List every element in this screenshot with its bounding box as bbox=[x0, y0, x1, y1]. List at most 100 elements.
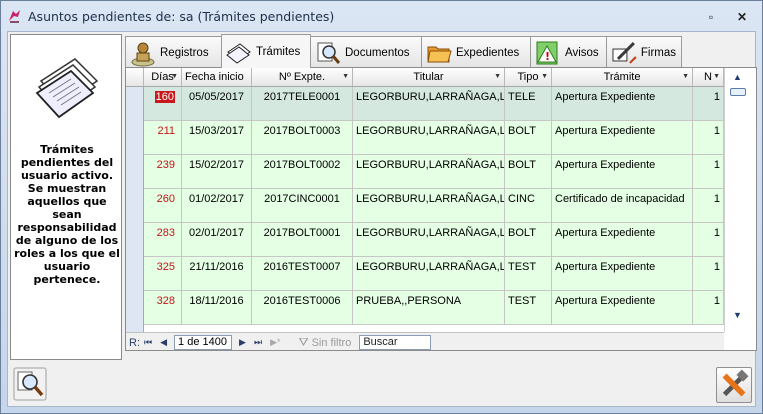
cell-fecha[interactable]: 01/02/2017 bbox=[182, 189, 252, 223]
cell-expte[interactable]: 2017CINC0001 bbox=[252, 189, 353, 223]
next-record-button[interactable]: ▶ bbox=[239, 337, 246, 348]
cell-titular[interactable]: LEGORBURU,LARRAÑAGA,LEANDRO bbox=[353, 121, 505, 155]
cell-dias-text: 325 bbox=[156, 261, 175, 273]
tab-expedientes[interactable]: Expedientes bbox=[421, 36, 531, 68]
table-row[interactable]: 325 21/11/2016 2016TEST0007 LEGORBURU,LARRA… bbox=[144, 257, 724, 291]
cell-titular[interactable]: LEGORBURU,LARRAÑAGA,LEANDRO bbox=[353, 257, 505, 291]
tab-registros[interactable]: Registros bbox=[125, 36, 222, 68]
search-button[interactable] bbox=[13, 367, 47, 401]
cell-dias[interactable]: 260 bbox=[144, 189, 182, 223]
header-tramite[interactable]: Trámite ▼ bbox=[552, 68, 693, 87]
cell-dias[interactable]: 211 bbox=[144, 121, 182, 155]
header-dias[interactable]: Días ▼ bbox=[144, 68, 182, 87]
cell-dias[interactable]: 325 bbox=[144, 257, 182, 291]
cell-tramite[interactable]: Apertura Expediente bbox=[552, 291, 693, 325]
cell-fecha[interactable]: 21/11/2016 bbox=[182, 257, 252, 291]
cell-expte[interactable]: 2016TEST0007 bbox=[252, 257, 353, 291]
tab-bar: Registros Trámites Documentos Expediente… bbox=[125, 34, 682, 68]
tab-avisos[interactable]: ! Avisos bbox=[530, 36, 607, 68]
cell-tipo[interactable]: BOLT bbox=[505, 155, 552, 189]
cell-tramite[interactable]: Apertura Expediente bbox=[552, 87, 693, 121]
cell-tipo-text: TEST bbox=[508, 295, 537, 307]
header-fecha[interactable]: Fecha inicio bbox=[182, 68, 252, 87]
table-row[interactable]: 211 15/03/2017 2017BOLT0003 LEGORBURU,LARRA… bbox=[144, 121, 724, 155]
cell-n[interactable]: 1 bbox=[693, 223, 724, 257]
header-n[interactable]: N ▼ bbox=[693, 68, 724, 87]
vertical-scrollbar[interactable]: ▲ ▼ bbox=[724, 68, 756, 332]
filter-toggle[interactable]: ⛛ Sin filtro bbox=[299, 335, 352, 350]
cell-titular-text: LEGORBURU,LARRAÑAGA,LEANDRO bbox=[356, 261, 504, 273]
cell-tipo[interactable]: TEST bbox=[505, 291, 552, 325]
close-button[interactable]: ✕ bbox=[729, 8, 755, 26]
table-row[interactable]: 328 18/11/2016 2016TEST0006 PRUEBA,,PERSONA… bbox=[144, 291, 724, 325]
cell-fecha[interactable]: 18/11/2016 bbox=[182, 291, 252, 325]
scroll-thumb[interactable] bbox=[730, 88, 746, 96]
cell-fecha[interactable]: 05/05/2017 bbox=[182, 87, 252, 121]
cell-tipo-text: CINC bbox=[508, 193, 535, 205]
cell-tramite-text: Apertura Expediente bbox=[555, 295, 656, 307]
title-bar[interactable]: Asuntos pendientes de: sa (Trámites pend… bbox=[1, 1, 762, 31]
cell-fecha[interactable]: 02/01/2017 bbox=[182, 223, 252, 257]
tab-tramites[interactable]: Trámites bbox=[221, 34, 311, 68]
cell-titular[interactable]: LEGORBURU,LARRAÑAGA,LEANDRO bbox=[353, 155, 505, 189]
table-row[interactable]: 160 05/05/2017 2017TELE0001 LEGORBURU,LARRA… bbox=[144, 87, 724, 121]
tab-documentos[interactable]: Documentos bbox=[310, 36, 422, 68]
cell-expte[interactable]: 2017BOLT0002 bbox=[252, 155, 353, 189]
header-tipo[interactable]: Tipo ▼ bbox=[505, 68, 552, 87]
cell-titular-text: LEGORBURU,LARRAÑAGA,LEANDRO bbox=[356, 125, 504, 137]
cell-tramite[interactable]: Apertura Expediente bbox=[552, 223, 693, 257]
cell-dias[interactable]: 328 bbox=[144, 291, 182, 325]
record-number-field[interactable]: 1 de 1400 bbox=[174, 335, 233, 350]
cell-tramite[interactable]: Apertura Expediente bbox=[552, 121, 693, 155]
search-input[interactable]: Buscar bbox=[359, 335, 432, 350]
table-row[interactable]: 283 02/01/2017 2017BOLT0001 LEGORBURU,LARRA… bbox=[144, 223, 724, 257]
cell-n-text: 1 bbox=[713, 295, 720, 307]
last-record-button[interactable]: ⏭ bbox=[254, 337, 262, 348]
cell-expte[interactable]: 2017BOLT0001 bbox=[252, 223, 353, 257]
cell-fecha[interactable]: 15/03/2017 bbox=[182, 121, 252, 155]
cell-titular[interactable]: LEGORBURU,LARRAÑAGA,LEANDRO bbox=[353, 223, 505, 257]
header-titular[interactable]: Titular ▼ bbox=[353, 68, 505, 87]
cell-dias[interactable]: 239 bbox=[144, 155, 182, 189]
table-row[interactable]: 239 15/02/2017 2017BOLT0002 LEGORBURU,LARRA… bbox=[144, 155, 724, 189]
cell-tramite[interactable]: Apertura Expediente bbox=[552, 257, 693, 291]
cell-tramite-text: Apertura Expediente bbox=[555, 227, 656, 239]
cell-titular[interactable]: LEGORBURU,LARRAÑAGA,LEANDRO bbox=[353, 189, 505, 223]
maximize-button[interactable]: ▫ bbox=[698, 8, 724, 26]
row-selector-column[interactable] bbox=[126, 87, 144, 350]
cell-tramite[interactable]: Certificado de incapacidad bbox=[552, 189, 693, 223]
cell-tipo[interactable]: CINC bbox=[505, 189, 552, 223]
cell-tipo[interactable]: TEST bbox=[505, 257, 552, 291]
new-record-button[interactable]: ▶* bbox=[270, 337, 280, 348]
cell-tipo[interactable]: BOLT bbox=[505, 121, 552, 155]
cell-titular[interactable]: LEGORBURU,LARRAÑAGA,LEANDRO bbox=[353, 87, 505, 121]
cell-fecha[interactable]: 15/02/2017 bbox=[182, 155, 252, 189]
cell-dias[interactable]: 160 bbox=[144, 87, 182, 121]
cell-expte[interactable]: 2017TELE0001 bbox=[252, 87, 353, 121]
cell-tipo[interactable]: BOLT bbox=[505, 223, 552, 257]
cell-tipo[interactable]: TELE bbox=[505, 87, 552, 121]
cell-n[interactable]: 1 bbox=[693, 257, 724, 291]
cell-tramite[interactable]: Apertura Expediente bbox=[552, 155, 693, 189]
cell-dias[interactable]: 283 bbox=[144, 223, 182, 257]
cell-n[interactable]: 1 bbox=[693, 291, 724, 325]
cell-n[interactable]: 1 bbox=[693, 87, 724, 121]
scroll-down-icon[interactable]: ▼ bbox=[733, 310, 742, 320]
header-selector[interactable] bbox=[126, 68, 144, 87]
cell-n[interactable]: 1 bbox=[693, 155, 724, 189]
cell-tramite-text: Apertura Expediente bbox=[555, 159, 656, 171]
cell-tramite-text: Apertura Expediente bbox=[555, 91, 656, 103]
table-row[interactable]: 260 01/02/2017 2017CINC0001 LEGORBURU,LARRA… bbox=[144, 189, 724, 223]
scroll-up-icon[interactable]: ▲ bbox=[733, 72, 742, 82]
header-expte[interactable]: Nº Expte. ▼ bbox=[252, 68, 353, 87]
cell-n-text: 1 bbox=[713, 125, 720, 137]
tab-firmas[interactable]: Firmas bbox=[606, 36, 682, 68]
cell-expte[interactable]: 2017BOLT0003 bbox=[252, 121, 353, 155]
exit-button[interactable] bbox=[716, 367, 752, 403]
prev-record-button[interactable]: ◀ bbox=[160, 337, 167, 348]
cell-expte[interactable]: 2016TEST0006 bbox=[252, 291, 353, 325]
first-record-button[interactable]: ⏮ bbox=[144, 337, 152, 348]
cell-titular[interactable]: PRUEBA,,PERSONA bbox=[353, 291, 505, 325]
cell-n[interactable]: 1 bbox=[693, 121, 724, 155]
cell-n[interactable]: 1 bbox=[693, 189, 724, 223]
